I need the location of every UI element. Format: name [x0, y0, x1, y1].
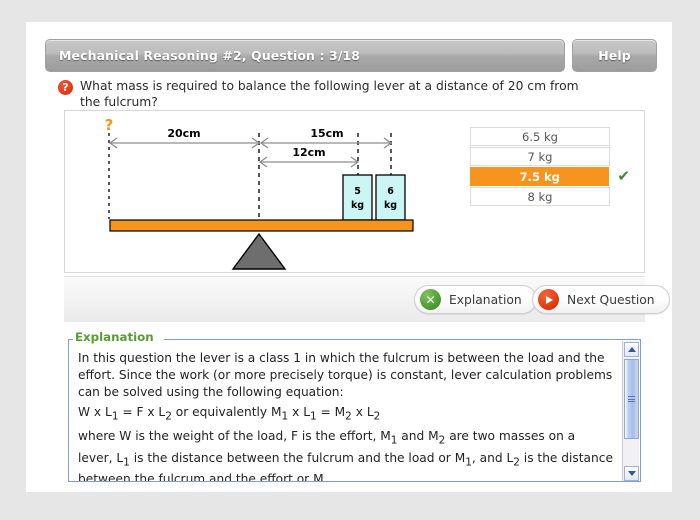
def-a: where W is the weight of the load, F is … — [78, 429, 391, 444]
header: Mechanical Reasoning #2, Question : 3/18… — [45, 39, 657, 72]
explanation-scrollbar[interactable] — [622, 341, 639, 481]
unknown-mass-marker: ? — [105, 116, 114, 134]
question-text: What mass is required to balance the fol… — [80, 79, 579, 109]
eq-sub-6: 2 — [373, 410, 381, 423]
close-x-icon: ✕ — [420, 289, 441, 310]
explanation-button[interactable]: ✕ Explanation — [414, 285, 537, 314]
def-d: is the distance between the fulcrum and … — [133, 450, 466, 465]
dim-label-20cm: 20cm — [167, 127, 200, 140]
lever-diagram: 20cm 15cm 12cm ? 5 kg 6 kg — [65, 111, 445, 272]
dim-label-12cm: 12cm — [292, 146, 325, 159]
weight-block-2-unit: kg — [384, 200, 397, 211]
explanation-definition: where W is the weight of the load, F is … — [78, 428, 613, 482]
explanation-text: In this question the lever is a class 1 … — [78, 350, 613, 482]
answer-option-4[interactable]: 8 kg — [470, 187, 610, 206]
weight-block-1-value: 5 — [354, 186, 361, 197]
answer-row: 7.5 kg ✔ — [470, 167, 630, 186]
weight-block-1 — [342, 174, 373, 221]
eq-f-l: = F x L — [118, 405, 166, 419]
def-sub-3: 1 — [123, 456, 130, 469]
explanation-button-label: Explanation — [449, 292, 522, 307]
question-mark-icon: ? — [58, 80, 73, 95]
help-button[interactable]: Help — [572, 39, 657, 72]
def-g: fulcrum and the effort or M — [158, 472, 324, 482]
page-root: Mechanical Reasoning #2, Question : 3/18… — [0, 0, 700, 520]
question-row: ? What mass is required to balance the f… — [58, 78, 648, 110]
page-title: Mechanical Reasoning #2, Question : 3/18 — [59, 48, 361, 63]
correct-answer-check-icon: ✔ — [617, 167, 630, 185]
scrollbar-thumb[interactable] — [624, 359, 639, 439]
weight-block-2-value: 6 — [387, 186, 394, 197]
weight-block-2 — [375, 174, 406, 221]
explanation-section: Explanation In this question the lever i… — [64, 330, 645, 492]
lever-diagram-svg: 20cm 15cm 12cm ? 5 kg 6 kg — [105, 116, 414, 270]
answer-option-3[interactable]: 7.5 kg — [470, 167, 610, 186]
next-question-button[interactable]: Next Question — [532, 285, 670, 314]
quiz-title-bar: Mechanical Reasoning #2, Question : 3/18 — [45, 39, 565, 72]
explanation-tab-label: Explanation — [73, 330, 164, 345]
answer-options-list: 6.5 kg 7 kg 7.5 kg ✔ 8 kg — [470, 127, 630, 207]
question-content-box: 20cm 15cm 12cm ? 5 kg 6 kg 6.5 kg 7 kg 7… — [64, 110, 645, 273]
explanation-box: In this question the lever is a class 1 … — [68, 339, 641, 482]
explanation-paragraph-1: In this question the lever is a class 1 … — [78, 351, 613, 399]
weight-block-1-unit: kg — [351, 200, 364, 211]
answer-row: 7 kg — [470, 147, 630, 166]
def-sub-5: 2 — [513, 456, 520, 469]
answer-row: 8 kg — [470, 187, 630, 206]
dim-label-15cm: 15cm — [310, 127, 343, 140]
eq-sub-1: 1 — [111, 410, 119, 423]
help-button-label: Help — [598, 48, 631, 63]
def-sub-4: 1 — [465, 456, 472, 469]
eq-m2l2: x L — [351, 405, 374, 419]
answer-option-1[interactable]: 6.5 kg — [470, 127, 610, 146]
eq-equals: = M — [316, 405, 346, 419]
eq-sub-4: 1 — [310, 410, 317, 423]
eq-w-l: W x L — [78, 405, 112, 419]
answer-row: 6.5 kg — [470, 127, 630, 146]
eq-sub-2: 2 — [165, 410, 172, 423]
chevron-up-icon[interactable] — [624, 342, 639, 357]
fulcrum-triangle — [231, 232, 287, 270]
chevron-down-icon[interactable] — [624, 466, 639, 481]
answer-option-2[interactable]: 7 kg — [470, 147, 610, 166]
next-question-button-label: Next Question — [567, 292, 655, 307]
lever-bar — [109, 219, 414, 232]
eq-conn: or equivalently M — [171, 405, 282, 419]
def-e: , and L — [471, 450, 514, 465]
def-b: and M — [397, 429, 439, 444]
scrollbar-grip — [628, 395, 635, 404]
eq-sub-5: 2 — [345, 410, 352, 423]
explanation-equation: W x L1 = F x L2 or equivalently M1 x L1 … — [78, 404, 613, 425]
eq-m1l1: x L — [288, 405, 310, 419]
app-panel: Mechanical Reasoning #2, Question : 3/18… — [26, 22, 672, 492]
play-icon — [538, 289, 559, 310]
action-bar: ✕ Explanation Next Question — [64, 276, 670, 322]
